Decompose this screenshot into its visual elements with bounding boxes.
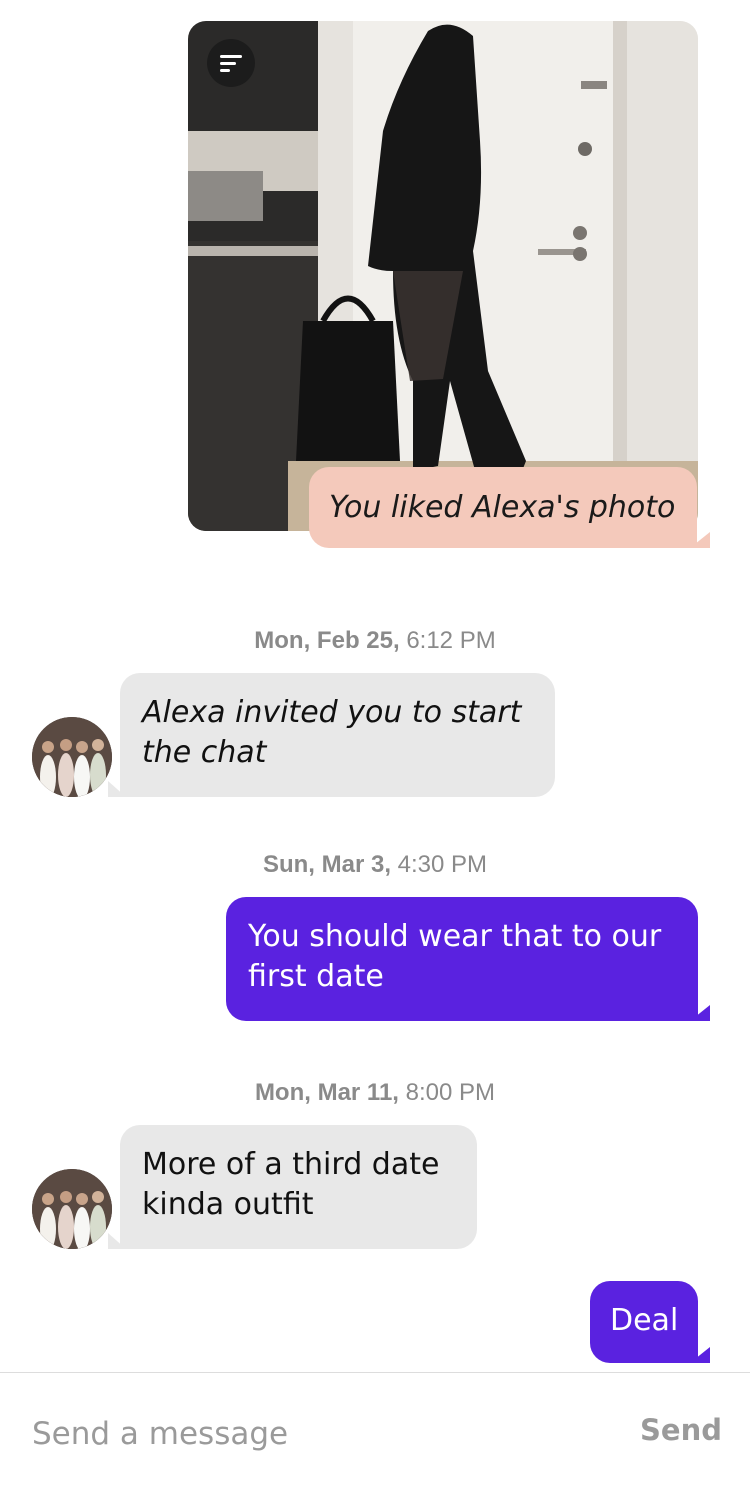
outgoing-bubble-tail [690, 1347, 710, 1363]
message-line: Deal [610, 1303, 679, 1338]
avatar[interactable] [32, 1169, 112, 1249]
outgoing-message[interactable]: Deal [590, 1281, 698, 1363]
incoming-message[interactable]: Alexa invited you to start the chat [120, 673, 555, 797]
message-line: More of a third date [142, 1147, 440, 1182]
message-line: You should wear that to our [248, 919, 662, 954]
message-timestamp: Mon, Feb 25, 6:12 PM [0, 627, 750, 655]
outgoing-message[interactable]: You should wear that to our first date [226, 897, 698, 1021]
message-input[interactable] [32, 1411, 592, 1457]
incoming-message[interactable]: More of a third date kinda outfit [120, 1125, 477, 1249]
message-line: kinda outfit [142, 1187, 314, 1222]
message-timestamp: Sun, Mar 3, 4:30 PM [0, 851, 750, 879]
message-line: Alexa invited you to start [142, 695, 522, 730]
timestamp-day: Mon, Feb 25, [254, 627, 400, 654]
timestamp-time: 6:12 PM [406, 627, 496, 654]
message-composer: Send [0, 1372, 750, 1488]
timestamp-time: 8:00 PM [405, 1079, 496, 1106]
timestamp-time: 4:30 PM [397, 851, 488, 878]
message-line: first date [248, 959, 384, 994]
incoming-bubble-tail [108, 1233, 126, 1249]
liked-photo[interactable] [188, 21, 698, 531]
outgoing-bubble-tail [690, 1005, 710, 1021]
incoming-bubble-tail [108, 781, 126, 797]
avatar-image [32, 717, 112, 797]
photo-options-button[interactable] [207, 39, 255, 87]
liked-bubble-tail [690, 532, 710, 548]
photo-image [188, 21, 698, 531]
menu-lines-icon [220, 54, 242, 58]
send-button[interactable]: Send [640, 1413, 722, 1447]
timestamp-day: Mon, Mar 11, [254, 1079, 399, 1106]
avatar-image [32, 1169, 112, 1249]
liked-photo-caption: You liked Alexa's photo [309, 467, 697, 548]
avatar[interactable] [32, 717, 112, 797]
message-line: the chat [142, 735, 267, 770]
timestamp-day: Sun, Mar 3, [262, 851, 391, 878]
message-timestamp: Mon, Mar 11, 8:00 PM [0, 1079, 750, 1107]
